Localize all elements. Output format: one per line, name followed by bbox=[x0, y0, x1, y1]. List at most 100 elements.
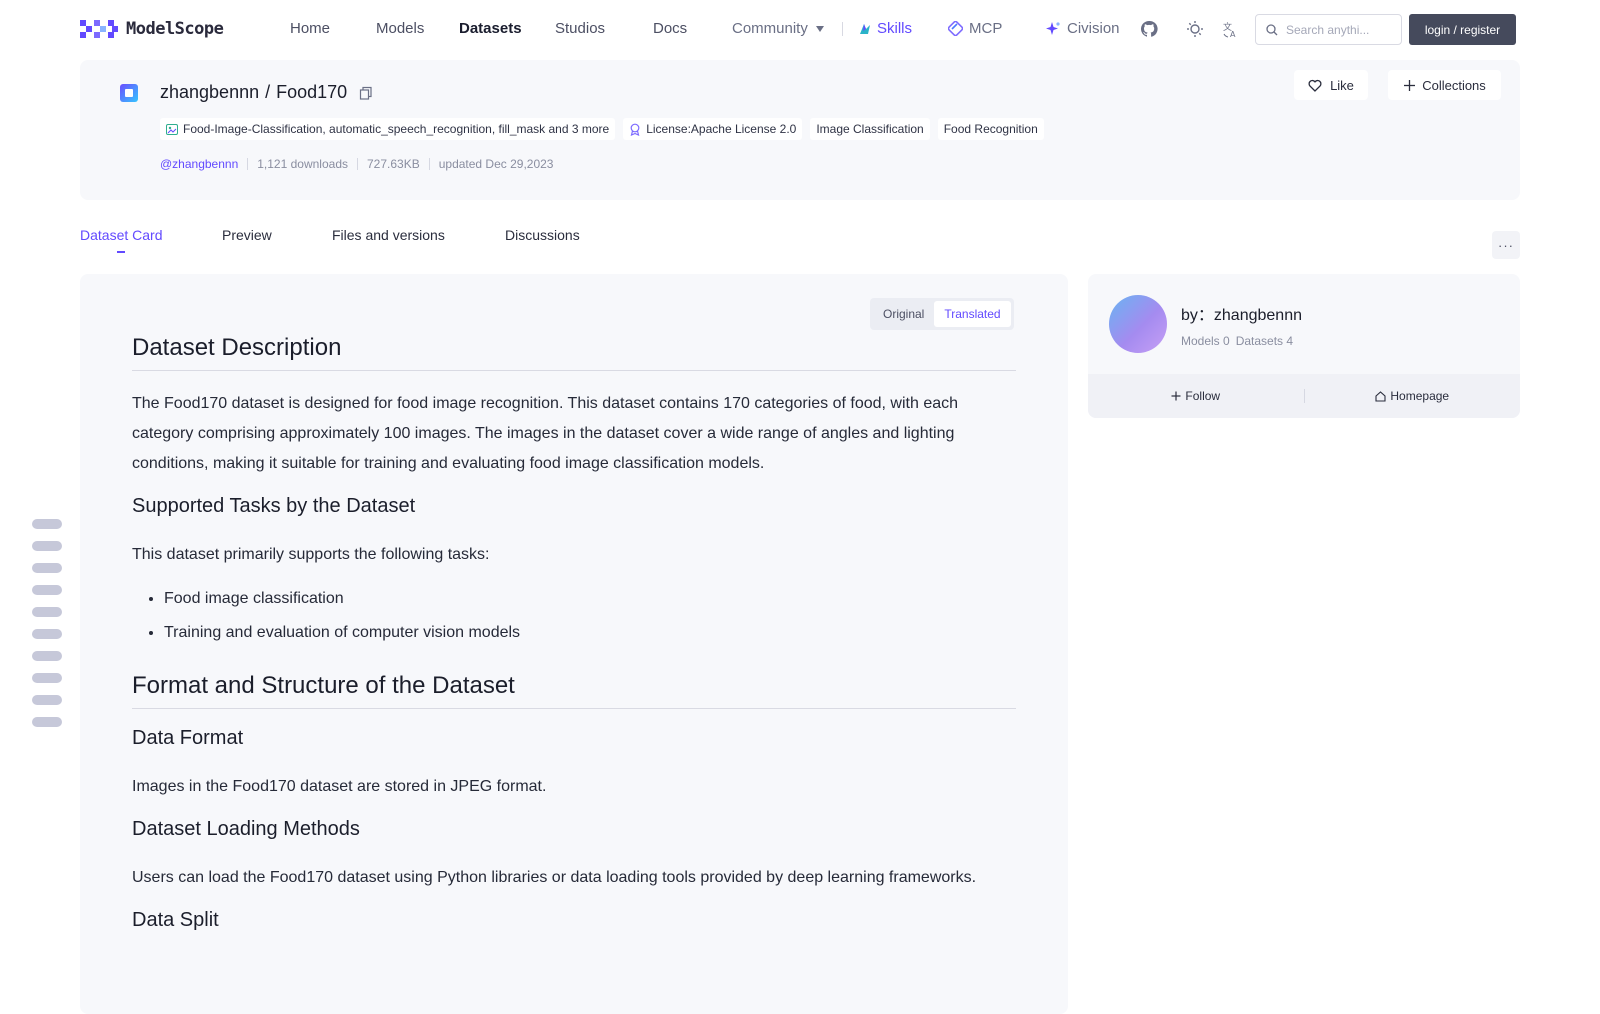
like-button[interactable]: Like bbox=[1294, 70, 1368, 100]
list-item: Training and evaluation of computer visi… bbox=[164, 616, 1016, 650]
toc-item[interactable] bbox=[32, 673, 62, 683]
tag-label: Image Classification bbox=[816, 122, 924, 136]
nav-divider bbox=[842, 22, 843, 36]
copy-icon[interactable] bbox=[359, 86, 373, 100]
follow-button[interactable]: Follow bbox=[1088, 389, 1304, 403]
paragraph-tasks: This dataset primarily supports the foll… bbox=[132, 546, 490, 563]
top-navbar: ModelScope Home Models Datasets Studios … bbox=[0, 0, 1600, 58]
tag-food-recognition[interactable]: Food Recognition bbox=[937, 118, 1044, 140]
skills-icon bbox=[860, 23, 870, 34]
tab-preview[interactable]: Preview bbox=[222, 227, 272, 243]
tag-label: License:Apache License 2.0 bbox=[646, 122, 797, 136]
nav-skills[interactable]: Skills bbox=[858, 20, 912, 37]
heading-data-split: Data Split bbox=[132, 909, 219, 931]
task-icon bbox=[166, 123, 178, 135]
paragraph-loading: Users can load the Food170 dataset using… bbox=[132, 869, 977, 886]
author-name[interactable]: by：zhangbennn bbox=[1181, 301, 1302, 325]
toggle-original[interactable]: Original bbox=[873, 301, 934, 327]
nav-mcp[interactable]: MCP bbox=[948, 20, 1002, 37]
nav-community-label: Community bbox=[732, 20, 808, 37]
search-input[interactable] bbox=[1286, 22, 1386, 37]
updated-date: updated Dec 29,2023 bbox=[438, 157, 554, 171]
table-of-contents bbox=[32, 519, 62, 739]
nav-datasets[interactable]: Datasets bbox=[459, 20, 522, 37]
tab-discussions[interactable]: Discussions bbox=[505, 227, 580, 243]
theme-sun-icon[interactable] bbox=[1186, 20, 1204, 38]
search-box[interactable] bbox=[1255, 14, 1402, 45]
markdown-body: Dataset Description The Food170 dataset … bbox=[132, 334, 1016, 954]
toggle-translated[interactable]: Translated bbox=[934, 301, 1011, 327]
dataset-avatar-icon bbox=[120, 84, 138, 102]
heart-icon bbox=[1308, 79, 1322, 92]
language-icon[interactable]: 文A bbox=[1222, 20, 1240, 38]
plus-icon bbox=[1404, 79, 1416, 91]
datasets-count[interactable]: Datasets 4 bbox=[1236, 334, 1293, 348]
tab-files-and-versions[interactable]: Files and versions bbox=[332, 227, 445, 243]
heading-dataset-description: Dataset Description bbox=[132, 334, 1016, 371]
github-icon[interactable] bbox=[1140, 20, 1158, 38]
homepage-label: Homepage bbox=[1390, 389, 1450, 403]
tag-label: Food-Image-Classification, automatic_spe… bbox=[183, 122, 610, 136]
tab-dataset-card[interactable]: Dataset Card bbox=[80, 227, 162, 243]
downloads-count: 1,121 downloads bbox=[257, 157, 348, 171]
author-counts: Models 0 Datasets 4 bbox=[1181, 334, 1293, 348]
tag-image-classification[interactable]: Image Classification bbox=[810, 118, 930, 140]
dataset-name: Food170 bbox=[276, 82, 348, 102]
toc-item[interactable] bbox=[32, 695, 62, 705]
dataset-owner[interactable]: zhangbennn bbox=[160, 82, 259, 103]
collections-button[interactable]: Collections bbox=[1388, 70, 1501, 100]
more-options-button[interactable]: ··· bbox=[1492, 231, 1520, 259]
mcp-icon bbox=[948, 21, 963, 36]
home-icon bbox=[1375, 390, 1386, 402]
nav-community[interactable]: Community bbox=[732, 20, 824, 37]
logo-text: ModelScope bbox=[126, 19, 224, 39]
toc-item[interactable] bbox=[32, 563, 62, 573]
toc-item[interactable] bbox=[32, 519, 62, 529]
like-label: Like bbox=[1330, 77, 1354, 93]
plus-icon bbox=[1171, 391, 1181, 401]
tag-tasks[interactable]: Food-Image-Classification, automatic_spe… bbox=[160, 118, 616, 140]
login-register-button[interactable]: login / register bbox=[1409, 14, 1516, 45]
author-link[interactable]: @zhangbennn bbox=[160, 157, 238, 171]
homepage-button[interactable]: Homepage bbox=[1305, 389, 1521, 403]
nav-home[interactable]: Home bbox=[290, 20, 330, 37]
toc-item[interactable] bbox=[32, 541, 62, 551]
task-list: Food image classification Training and e… bbox=[164, 582, 1016, 650]
toc-item[interactable] bbox=[32, 717, 62, 727]
nav-models[interactable]: Models bbox=[376, 20, 424, 37]
nav-skills-label: Skills bbox=[877, 20, 913, 37]
meta-divider bbox=[428, 158, 430, 170]
nav-civision[interactable]: Civision bbox=[1045, 20, 1120, 37]
author-by-prefix: by： bbox=[1181, 307, 1214, 324]
heading-supported-tasks: Supported Tasks by the Dataset bbox=[132, 495, 416, 517]
title-slash: / bbox=[265, 82, 271, 102]
dataset-size: 727.63KB bbox=[367, 157, 420, 171]
nav-docs[interactable]: Docs bbox=[653, 20, 687, 37]
nav-studios[interactable]: Studios bbox=[555, 20, 605, 37]
collections-label: Collections bbox=[1422, 77, 1486, 93]
modelscope-logo[interactable]: ModelScope bbox=[80, 18, 224, 40]
dataset-card-content: Original Translated Dataset Description … bbox=[80, 274, 1068, 1014]
nav-civision-label: Civision bbox=[1067, 20, 1120, 37]
tag-license[interactable]: License:Apache License 2.0 bbox=[623, 118, 803, 140]
toc-item[interactable] bbox=[32, 629, 62, 639]
toc-item[interactable] bbox=[32, 651, 62, 661]
dataset-header: zhangbennn / Food170 Like Collections Fo… bbox=[80, 60, 1520, 200]
nav-mcp-label: MCP bbox=[969, 20, 1003, 37]
active-tab-indicator bbox=[117, 251, 125, 253]
list-item: Food image classification bbox=[164, 582, 1016, 616]
dataset-meta: @zhangbennn 1,121 downloads 727.63KB upd… bbox=[160, 157, 553, 171]
meta-divider bbox=[247, 158, 249, 170]
follow-label: Follow bbox=[1185, 389, 1221, 403]
heading-format-structure: Format and Structure of the Dataset bbox=[132, 672, 1016, 709]
toc-item[interactable] bbox=[32, 585, 62, 595]
language-toggle: Original Translated bbox=[870, 298, 1014, 330]
models-count[interactable]: Models 0 bbox=[1181, 334, 1230, 348]
meta-divider bbox=[357, 158, 358, 170]
toc-item[interactable] bbox=[32, 607, 62, 617]
dataset-title: zhangbennn / Food170 bbox=[160, 82, 373, 103]
sparkle-icon bbox=[1046, 21, 1060, 35]
avatar[interactable] bbox=[1109, 295, 1167, 353]
svg-text:A: A bbox=[1230, 30, 1236, 38]
heading-loading-methods: Dataset Loading Methods bbox=[132, 818, 360, 840]
